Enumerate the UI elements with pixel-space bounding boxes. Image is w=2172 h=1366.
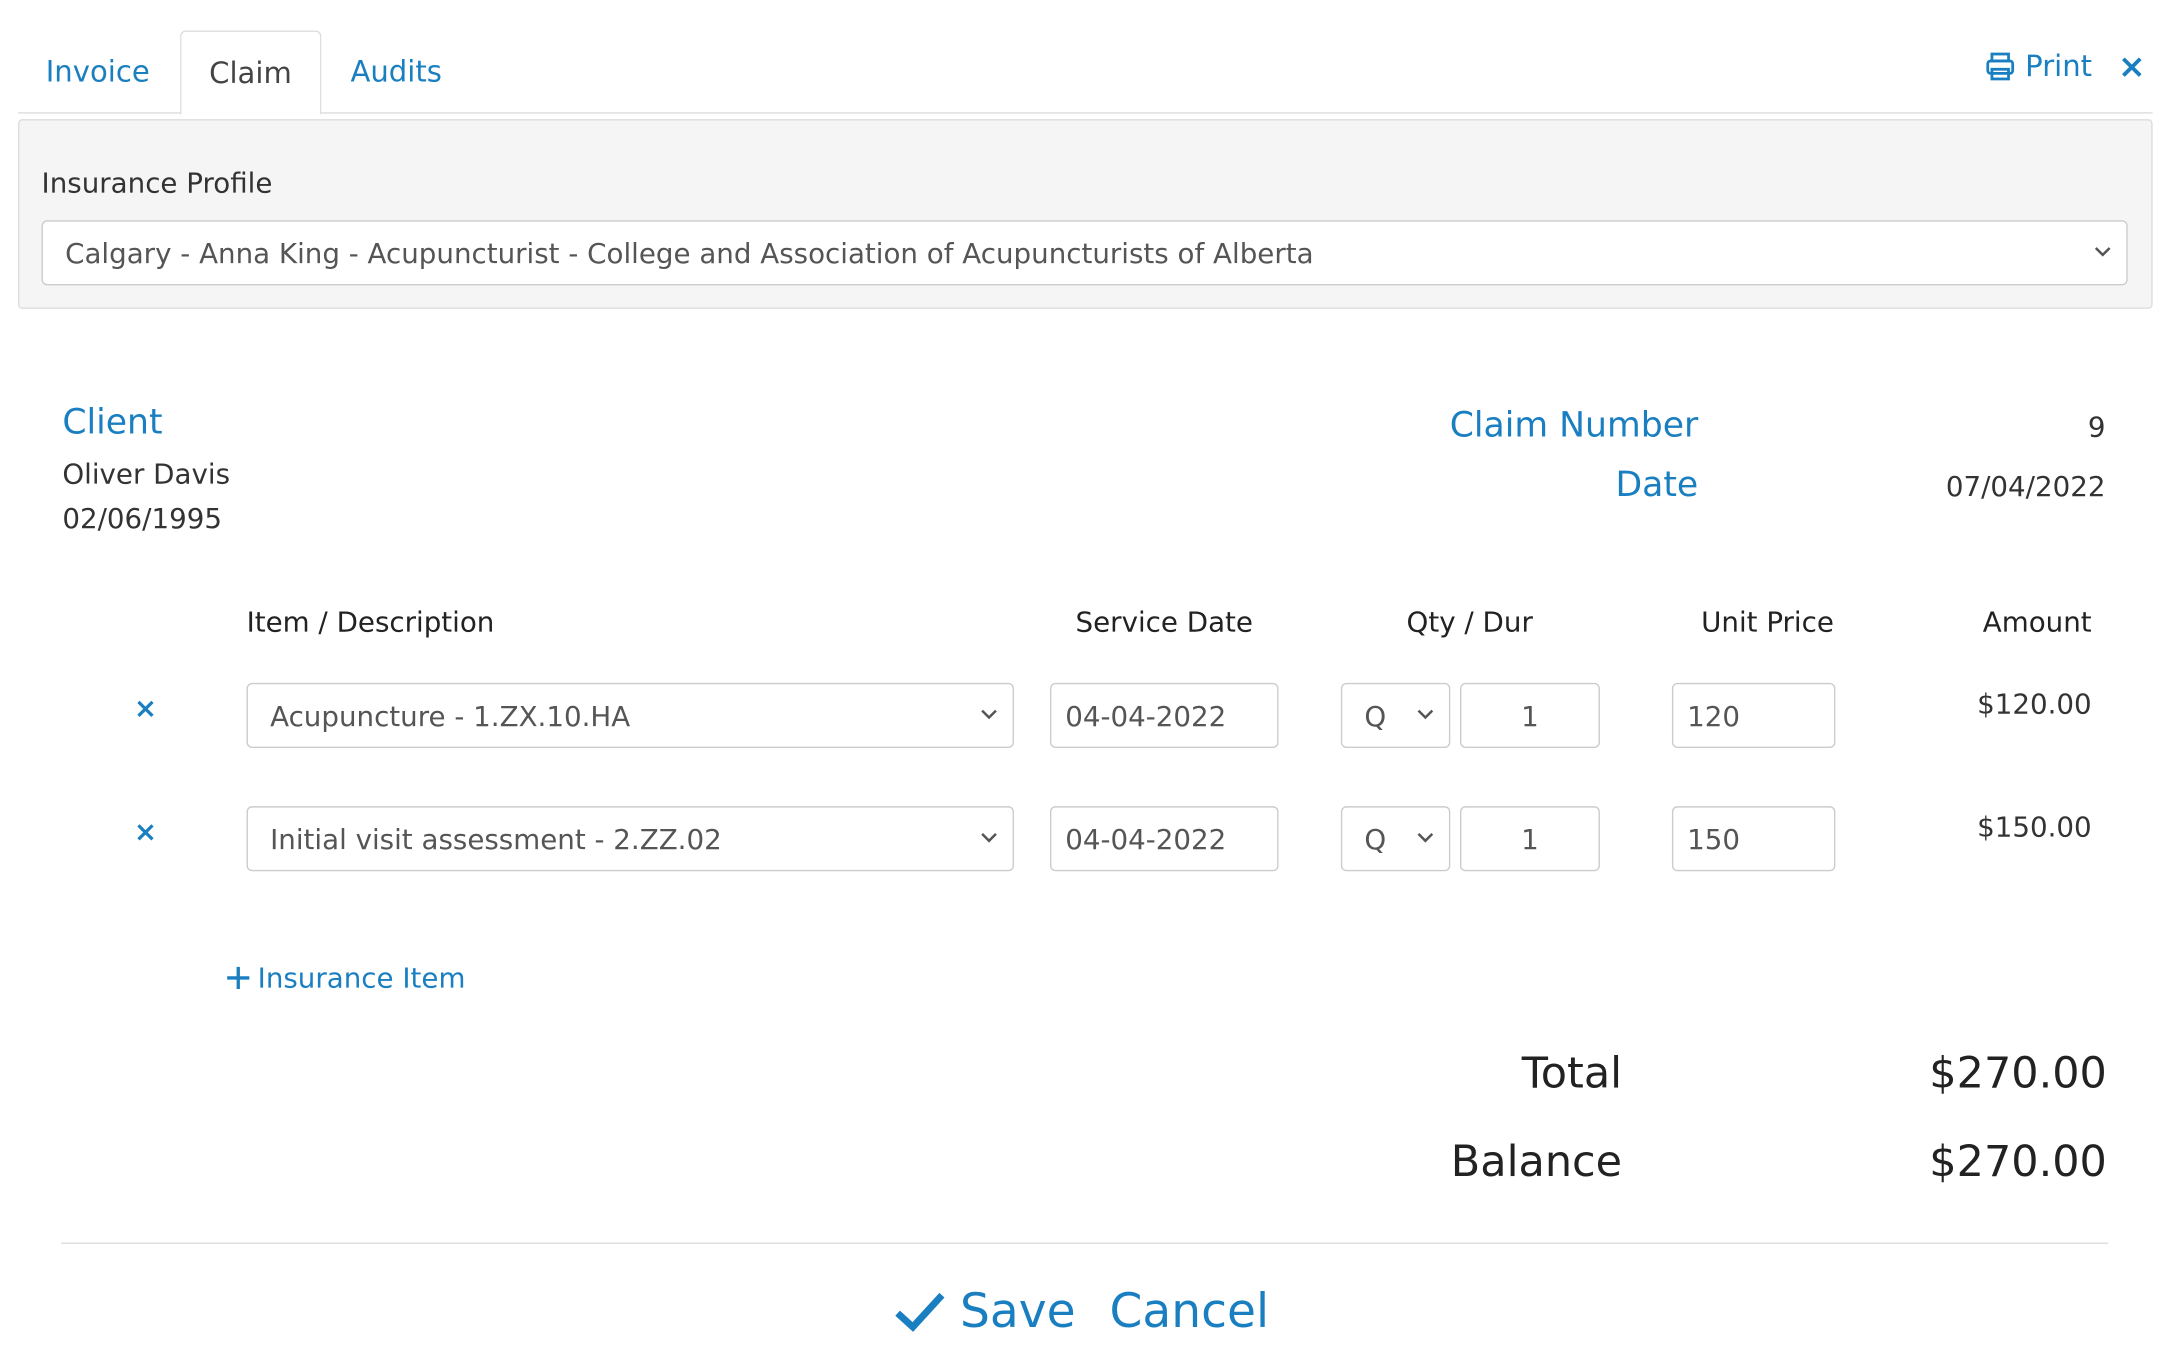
print-button[interactable]: Print: [1984, 42, 2092, 92]
insurance-profile-label: Insurance Profile: [41, 166, 273, 200]
amount-value: $150.00: [1977, 810, 2092, 844]
cancel-button[interactable]: Cancel: [1110, 1277, 1270, 1346]
header-qty: Qty / Dur: [1406, 605, 1533, 639]
unit-price-input[interactable]: 120: [1671, 682, 1836, 749]
amount-value: $120.00: [1977, 687, 2092, 721]
header-amount: Amount: [1982, 605, 2092, 639]
chevron-down-icon: [1417, 709, 1434, 719]
tab-invoice[interactable]: Invoice: [18, 30, 177, 114]
qty-unit-select[interactable]: Q: [1340, 806, 1451, 872]
checkmark-icon: [895, 1292, 945, 1332]
close-icon[interactable]: ×: [2114, 42, 2150, 92]
remove-item-icon[interactable]: ×: [129, 691, 162, 724]
header-service-date: Service Date: [1075, 605, 1253, 639]
service-date-input[interactable]: 04-04-2022: [1049, 682, 1279, 749]
add-insurance-item-label: Insurance Item: [257, 961, 466, 995]
unit-price-input[interactable]: 150: [1671, 806, 1836, 872]
printer-icon: [1986, 52, 2015, 81]
total-value: $270.00: [1929, 1048, 2107, 1099]
print-label: Print: [2025, 49, 2093, 84]
chevron-down-icon: [1417, 832, 1434, 842]
qty-unit-select[interactable]: Q: [1340, 682, 1451, 749]
tab-bar: Invoice Claim Audits: [18, 0, 2153, 115]
add-insurance-item-button[interactable]: Insurance Item: [224, 961, 466, 995]
service-date-input[interactable]: 04-04-2022: [1049, 806, 1279, 872]
item-value: Initial visit assessment - 2.ZZ.02: [270, 822, 722, 856]
total-label: Total: [1521, 1048, 1623, 1099]
insurance-profile-value: Calgary - Anna King - Acupuncturist - Co…: [65, 236, 1314, 270]
header-unit-price: Unit Price: [1701, 605, 1834, 639]
client-dob: 02/06/1995: [62, 501, 223, 535]
chevron-down-icon: [2094, 246, 2111, 256]
chevron-down-icon: [981, 709, 997, 719]
insurance-profile-select[interactable]: Calgary - Anna King - Acupuncturist - Co…: [41, 220, 2128, 286]
chevron-down-icon: [981, 832, 997, 842]
save-label: Save: [959, 1284, 1076, 1340]
claim-date-label: Date: [1615, 464, 1699, 505]
save-button[interactable]: Save: [893, 1277, 1076, 1346]
qty-input[interactable]: 1: [1460, 682, 1600, 749]
claim-date-value: 07/04/2022: [1945, 469, 2106, 503]
qty-unit-value: Q: [1364, 698, 1387, 733]
balance-label: Balance: [1450, 1137, 1623, 1188]
plus-icon: [227, 966, 250, 990]
item-value: Acupuncture - 1.ZX.10.HA: [270, 698, 631, 733]
claim-number-value: 9: [2087, 410, 2106, 444]
tab-audits[interactable]: Audits: [323, 30, 470, 114]
header-item: Item / Description: [246, 605, 495, 639]
qty-unit-value: Q: [1364, 822, 1387, 856]
balance-value: $270.00: [1929, 1137, 2107, 1188]
remove-item-icon[interactable]: ×: [129, 814, 162, 847]
divider: [60, 1242, 2109, 1244]
client-name: Oliver Davis: [62, 457, 231, 491]
qty-input[interactable]: 1: [1460, 806, 1600, 872]
item-select[interactable]: Initial visit assessment - 2.ZZ.02: [246, 806, 1014, 872]
tab-claim[interactable]: Claim: [180, 30, 321, 115]
client-heading: Client: [62, 401, 163, 442]
claim-number-label: Claim Number: [1449, 404, 1699, 445]
item-select[interactable]: Acupuncture - 1.ZX.10.HA: [246, 682, 1014, 749]
